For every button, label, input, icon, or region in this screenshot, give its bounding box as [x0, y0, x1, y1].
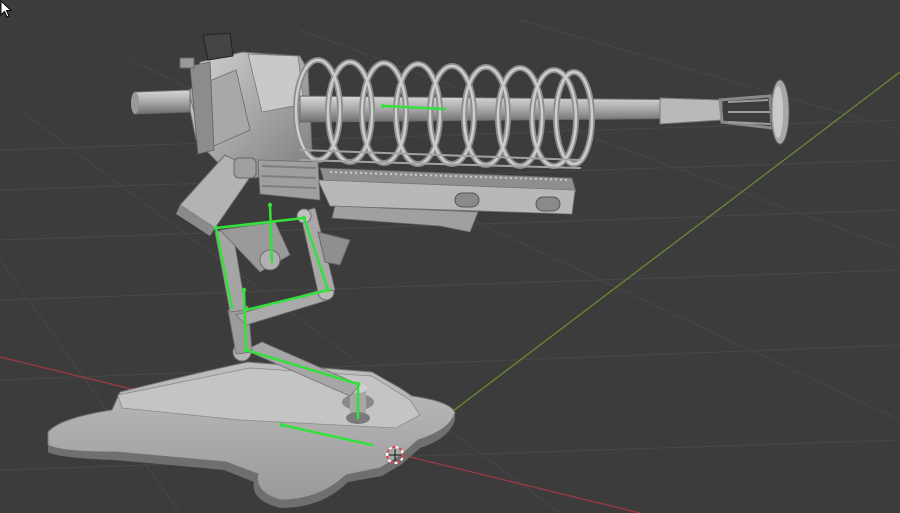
mouse-pointer-icon	[0, 0, 12, 18]
3d-viewport[interactable]	[0, 0, 900, 513]
viewport-canvas[interactable]	[0, 0, 900, 513]
